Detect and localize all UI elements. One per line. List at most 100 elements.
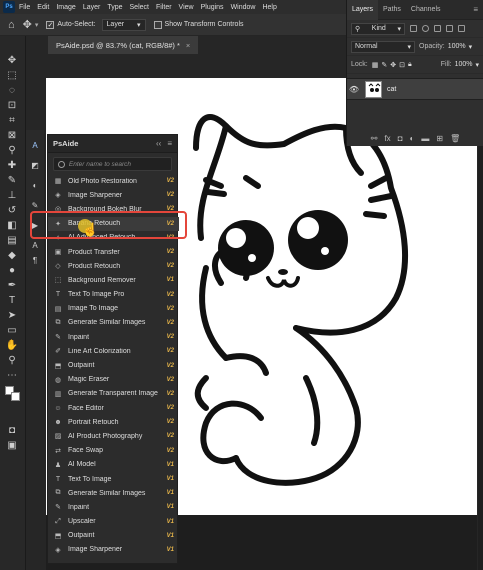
dodge-icon[interactable]: ● — [5, 264, 19, 276]
search-input[interactable] — [68, 160, 167, 168]
psaide-item[interactable]: ◍ Magic Eraser V2 — [48, 373, 179, 387]
menu-filter[interactable]: Filter — [156, 4, 172, 11]
show-transform-checkbox[interactable] — [153, 20, 162, 29]
lock-all-icon[interactable]: 🔒︎ — [408, 61, 412, 69]
chevron-down-icon[interactable]: ▾ — [35, 21, 39, 29]
psaide-item[interactable]: ▥ Generate Transparent Image V2 — [48, 387, 179, 401]
rectangle-icon[interactable]: ▭ — [5, 324, 19, 336]
eyedropper-icon[interactable]: ⚲ — [5, 144, 19, 156]
psaide-item[interactable]: ⬒ Outpaint V1 — [48, 529, 179, 543]
quick-mask-icon[interactable]: ◘ — [5, 424, 19, 436]
psaide-item[interactable]: ⇄ Face Swap V2 — [48, 444, 179, 458]
psaide-item[interactable]: ▦ Old Photo Restoration V2 — [48, 174, 179, 188]
smart-object-filter-icon[interactable] — [458, 25, 465, 32]
psaide-item[interactable]: ✎ Inpaint V2 — [48, 330, 179, 344]
psaide-item[interactable]: ⤢ Upscaler V1 — [48, 515, 179, 529]
chevron-down-icon[interactable]: ▾ — [475, 61, 479, 69]
psaide-item[interactable]: ♟ AI Model V1 — [48, 458, 179, 472]
background-color-swatch[interactable] — [11, 392, 20, 401]
move-icon[interactable]: ✥ — [5, 54, 19, 66]
tab-channels[interactable]: Channels — [406, 0, 446, 20]
lock-pixels-icon[interactable]: ▦ — [372, 61, 379, 69]
panel-menu-icon[interactable]: ≡ — [473, 5, 478, 14]
menu-image[interactable]: Image — [56, 4, 75, 11]
panel-menu-icon[interactable]: ≡ — [167, 139, 172, 148]
brush-icon[interactable]: ✎ — [5, 174, 19, 186]
psaide-item[interactable]: ⬒ Outpaint V2 — [48, 358, 179, 372]
hand-icon[interactable]: ✋ — [5, 339, 19, 351]
object-select-icon[interactable]: ⊡ — [5, 99, 19, 111]
psaide-item[interactable]: ⧉ Generate Similar Images V2 — [48, 316, 179, 330]
menu-view[interactable]: View — [179, 4, 194, 11]
blend-mode-dropdown[interactable]: Normal ▾ — [351, 40, 415, 53]
psaide-item[interactable]: ☺ Face Editor V2 — [48, 401, 179, 415]
adjustment-icon[interactable]: ◐ — [410, 134, 415, 143]
psaide-item[interactable]: ▣ Product Transfer V2 — [48, 245, 179, 259]
eraser-icon[interactable]: ◧ — [5, 219, 19, 231]
layers-icon[interactable]: ◩ — [30, 160, 40, 170]
psaide-item[interactable]: ▤ Image To Image V2 — [48, 302, 179, 316]
layer-row[interactable]: 👁︎ cat — [347, 78, 483, 100]
character-icon[interactable]: A — [30, 240, 40, 250]
healing-brush-icon[interactable]: ✚ — [5, 159, 19, 171]
new-layer-icon[interactable]: ⊞ — [436, 134, 443, 143]
psaide-item[interactable]: T Text To Image Pro V2 — [48, 288, 179, 302]
tab-layers[interactable]: Layers — [347, 0, 379, 20]
menu-window[interactable]: Window — [231, 4, 256, 11]
frame-icon[interactable]: ⊠ — [5, 129, 19, 141]
auto-select-dropdown[interactable]: Layer ▾ — [101, 18, 146, 31]
pixel-filter-icon[interactable] — [410, 25, 417, 32]
lock-position-icon[interactable]: ✥ — [390, 61, 396, 69]
psaide-item[interactable]: ◇ Product Retouch V2 — [48, 259, 179, 273]
auto-select-checkbox[interactable]: ✓ — [46, 20, 55, 29]
color-icon[interactable]: ◐ — [30, 180, 40, 190]
crop-icon[interactable]: ⌗ — [5, 114, 19, 126]
close-icon[interactable]: × — [186, 41, 190, 50]
menu-edit[interactable]: Edit — [37, 4, 49, 11]
lock-paint-icon[interactable]: ✎ — [381, 61, 387, 69]
blur-icon[interactable]: ◆ — [5, 249, 19, 261]
type-filter-icon[interactable] — [434, 25, 441, 32]
psaide-item[interactable]: ◈ Image Sharpener V1 — [48, 543, 179, 557]
menu-file[interactable]: File — [19, 4, 30, 11]
menu-plugins[interactable]: Plugins — [201, 4, 224, 11]
pen-icon[interactable]: ✒ — [5, 279, 19, 291]
document-tab[interactable]: PsAide.psd @ 83.7% (cat, RGB/8#) * × — [48, 36, 199, 54]
more-tools-icon[interactable]: ⋯ — [5, 369, 19, 381]
lasso-icon[interactable]: ◌ — [5, 84, 19, 96]
gradient-icon[interactable]: ▤ — [5, 234, 19, 246]
home-icon[interactable]: ⌂ — [8, 19, 15, 31]
fill-value[interactable]: 100% — [455, 61, 473, 68]
adjustment-filter-icon[interactable] — [422, 25, 429, 32]
tab-paths[interactable]: Paths — [378, 0, 406, 20]
chevron-down-icon[interactable]: ▾ — [469, 43, 473, 51]
fx-icon[interactable]: fx — [384, 134, 390, 143]
psaide-item[interactable]: T Text To Image V1 — [48, 472, 179, 486]
link-icon[interactable]: ⚯ — [371, 134, 378, 143]
shape-filter-icon[interactable] — [446, 25, 453, 32]
psaide-item[interactable]: ⧉ Generate Similar Images V1 — [48, 486, 179, 500]
psaide-item[interactable]: ☻ Portrait Retouch V2 — [48, 415, 179, 429]
history-brush-icon[interactable]: ↺ — [5, 204, 19, 216]
clone-stamp-icon[interactable]: ⊥ — [5, 189, 19, 201]
psaide-icon[interactable]: A — [30, 140, 40, 150]
psaide-search[interactable] — [53, 157, 172, 171]
move-tool-icon[interactable]: ✥ — [23, 18, 32, 31]
menu-layer[interactable]: Layer — [83, 4, 101, 11]
menu-help[interactable]: Help — [262, 4, 276, 11]
menu-select[interactable]: Select — [130, 4, 149, 11]
menu-type[interactable]: Type — [107, 4, 122, 11]
layer-name[interactable]: cat — [387, 86, 396, 93]
screen-mode-icon[interactable]: ▣ — [5, 439, 19, 451]
trash-icon[interactable]: 🗑︎ — [450, 134, 460, 143]
psaide-item[interactable]: ◈ Image Sharpener V2 — [48, 188, 179, 202]
lock-artboard-icon[interactable]: ⊡ — [399, 61, 405, 69]
opacity-value[interactable]: 100% — [448, 43, 466, 50]
psaide-item[interactable]: ✐ Line Art Colorization V2 — [48, 344, 179, 358]
mask-icon[interactable]: ◘ — [398, 134, 403, 143]
path-select-icon[interactable]: ➤ — [5, 309, 19, 321]
psaide-item[interactable]: ▨ AI Product Photography V2 — [48, 429, 179, 443]
kind-filter-dropdown[interactable]: ⚲ Kind ▾ — [351, 22, 405, 35]
zoom-icon[interactable]: ⚲ — [5, 354, 19, 366]
paragraph-icon[interactable]: ¶ — [30, 255, 40, 265]
